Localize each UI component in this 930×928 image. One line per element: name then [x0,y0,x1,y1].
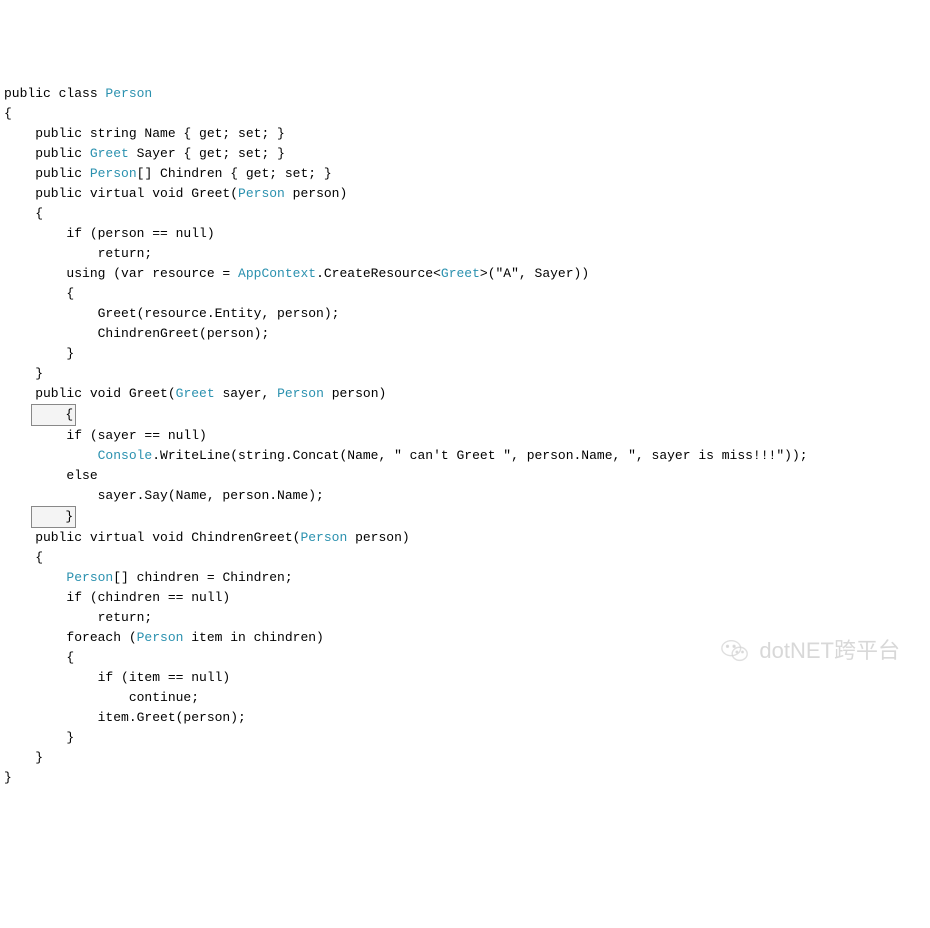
code-line: { [4,650,74,665]
code-line: public void Greet(Greet sayer, Person pe… [4,386,386,401]
code-line: { [4,206,43,221]
code-line: } [4,770,12,785]
code-line: sayer.Say(Name, person.Name); [4,488,324,503]
code-line: foreach (Person item in chindren) [4,630,324,645]
code-line: if (item == null) [4,670,230,685]
code-line: } [4,366,43,381]
code-line: { [4,106,12,121]
code-line: Greet(resource.Entity, person); [4,306,339,321]
code-line: return; [4,246,152,261]
code-line: public virtual void ChindrenGreet(Person… [4,530,410,545]
brace-highlight: { [31,404,76,426]
code-line: public class Person [4,86,152,101]
code-line: Person[] chindren = Chindren; [4,570,293,585]
code-line: ChindrenGreet(person); [4,326,269,341]
code-line: public string Name { get; set; } [4,126,285,141]
code-line: else [4,468,98,483]
code-line: public Greet Sayer { get; set; } [4,146,285,161]
code-line: if (chindren == null) [4,590,230,605]
code-line: public virtual void Greet(Person person) [4,186,347,201]
code-line: if (sayer == null) [4,428,207,443]
code-line: item.Greet(person); [4,710,246,725]
code-line: public Person[] Chindren { get; set; } [4,166,332,181]
code-line: } [4,346,74,361]
code-line: } [4,750,43,765]
code-line: if (person == null) [4,226,215,241]
code-line: { [4,286,74,301]
code-line: { [4,550,43,565]
brace-highlight: } [31,506,76,528]
code-line: continue; [4,690,199,705]
code-line: return; [4,610,152,625]
code-line: } [4,730,74,745]
code-line: using (var resource = AppContext.CreateR… [4,266,589,281]
code-block: public class Person { public string Name… [4,84,926,788]
code-line: Console.WriteLine(string.Concat(Name, " … [4,448,808,463]
